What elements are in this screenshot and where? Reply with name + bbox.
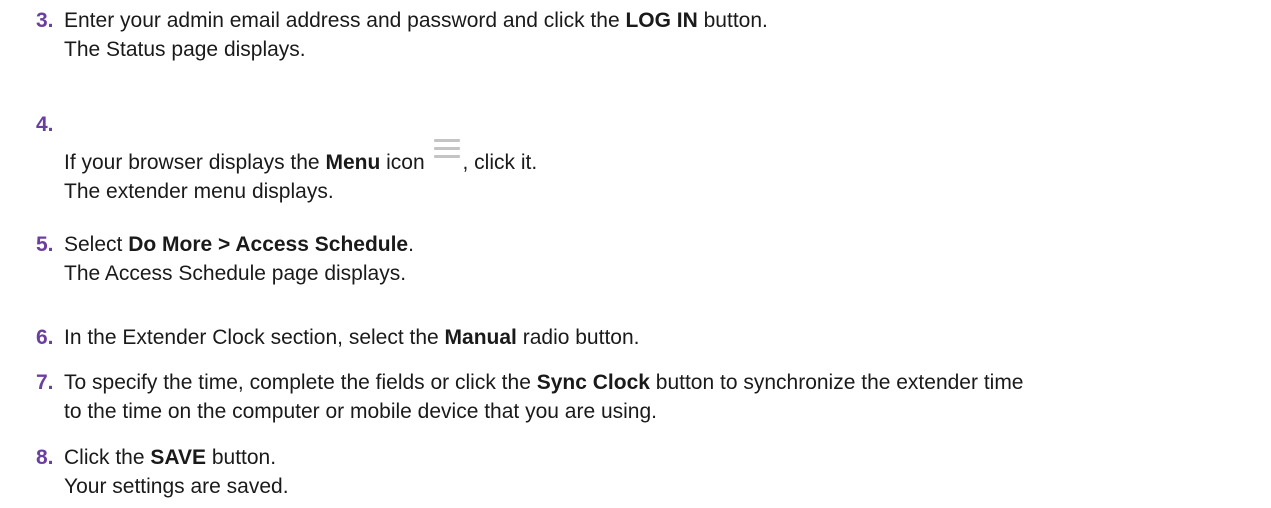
step-text: Select Do More > Access Schedule. The Ac… xyxy=(64,230,1251,288)
step-result: Your settings are saved. xyxy=(64,475,289,498)
instruction-text: To specify the time, complete the fields… xyxy=(64,371,537,394)
ui-term: Sync Clock xyxy=(536,371,650,394)
instruction-text: In the Extender Clock section, select th… xyxy=(64,326,445,349)
instruction-text: , click it. xyxy=(462,151,538,174)
step-result: The Access Schedule page displays. xyxy=(64,262,407,285)
step-number: 5. xyxy=(36,233,54,256)
instruction-text: button. xyxy=(697,9,768,32)
step-instruction: Click the SAVE button. xyxy=(64,443,1251,472)
instruction-text: button. xyxy=(206,446,277,469)
instruction-text: . xyxy=(408,233,414,256)
step-text: In the Extender Clock section, select th… xyxy=(64,323,1251,352)
step-instruction: To specify the time, complete the fields… xyxy=(64,368,1251,397)
ui-term: SAVE xyxy=(150,446,206,469)
step-number: 6. xyxy=(36,326,54,349)
step-instruction: If your browser displays the Menu icon ,… xyxy=(64,139,1251,177)
step-instruction: Enter your admin email address and passw… xyxy=(64,6,1251,35)
instruction-text: Enter your admin email address and passw… xyxy=(64,9,626,32)
step-instruction: Select Do More > Access Schedule. xyxy=(64,230,1251,259)
step-number: 3. xyxy=(36,9,54,32)
instruction-text: If your browser displays the xyxy=(64,151,326,174)
instruction-text: icon xyxy=(380,151,431,174)
ui-term: Manual xyxy=(444,326,517,349)
ui-term: Menu xyxy=(325,151,381,174)
instruction-text: Select xyxy=(64,233,129,256)
step-text: If your browser displays the Menu icon ,… xyxy=(64,139,1251,206)
step-number: 7. xyxy=(36,371,54,394)
menu-icon xyxy=(434,139,461,159)
step-text: Enter your admin email address and passw… xyxy=(64,6,1251,64)
ui-term: Do More > Access Schedule xyxy=(128,233,409,256)
step-text: Click the SAVE button. Your settings are… xyxy=(64,443,1251,501)
step-result: The extender menu displays. xyxy=(64,180,334,203)
instruction-text: radio button. xyxy=(516,326,640,349)
step-number: 8. xyxy=(36,446,54,469)
step-result: The Status page displays. xyxy=(64,38,306,61)
ui-term: LOG IN xyxy=(625,9,698,32)
step-instruction: In the Extender Clock section, select th… xyxy=(64,323,1251,352)
instruction-text: button to synchronize the extender time xyxy=(649,371,1024,394)
step-instruction-continuation: to the time on the computer or mobile de… xyxy=(64,400,657,423)
step-text: To specify the time, complete the fields… xyxy=(64,368,1251,426)
instruction-text: Click the xyxy=(64,446,151,469)
step-number: 4. xyxy=(36,113,54,136)
